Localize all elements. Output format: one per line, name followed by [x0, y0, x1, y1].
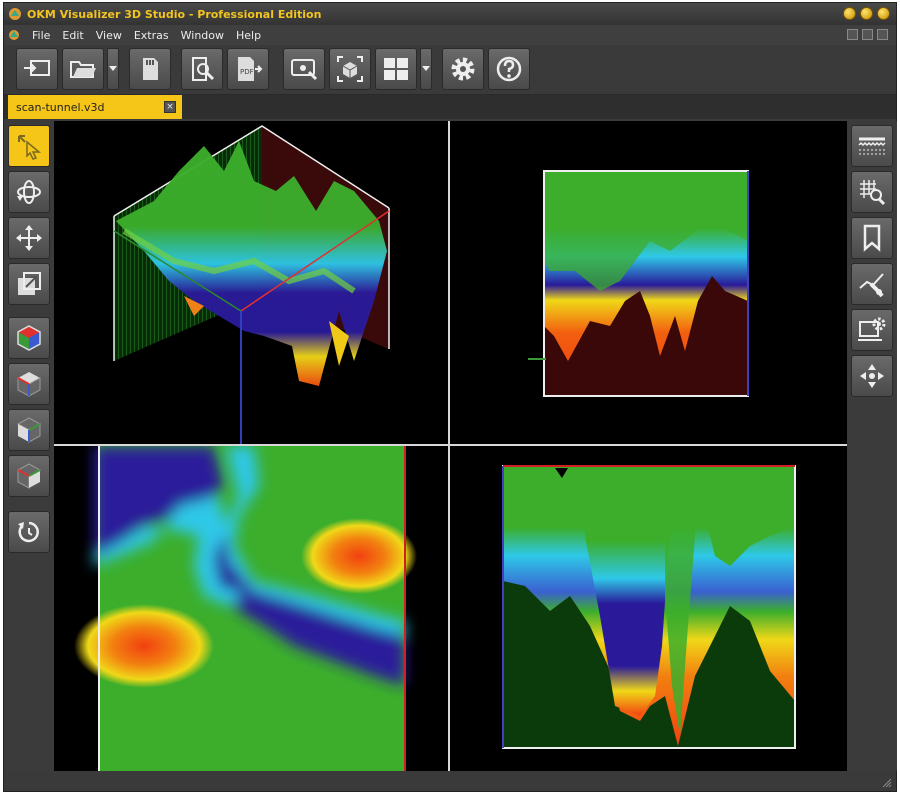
tab-scan-tunnel[interactable]: scan-tunnel.v3d × [8, 95, 182, 119]
pdf-export-icon: PDF [238, 57, 263, 81]
mdi-minimize-button[interactable] [847, 29, 858, 40]
screenshot-button[interactable] [283, 48, 325, 90]
menu-edit[interactable]: Edit [56, 29, 89, 42]
import-button[interactable] [16, 48, 58, 90]
bookmark-icon [863, 224, 881, 252]
side-view-pane[interactable] [450, 446, 847, 771]
zoom-document-icon [192, 57, 215, 81]
side-section-plot [502, 465, 796, 749]
pdf-export-button[interactable]: PDF [227, 48, 269, 90]
document-logo-icon [9, 30, 19, 40]
cube-3d-view-icon [17, 325, 41, 351]
app-logo-icon [9, 8, 21, 20]
menu-help[interactable]: Help [230, 29, 267, 42]
right-tool-panel [847, 121, 897, 771]
zoom-document-button[interactable] [181, 48, 223, 90]
settings-button[interactable] [442, 48, 484, 90]
layout-dropdown-button[interactable] [420, 48, 432, 90]
open-dropdown-button[interactable] [107, 48, 119, 90]
bookmark-button[interactable] [851, 217, 893, 259]
open-button[interactable] [62, 48, 104, 90]
layout-grid-icon [384, 58, 408, 80]
cube-front-view-icon [16, 417, 42, 443]
grid-zoom-icon [860, 180, 886, 206]
move-tool-button[interactable] [8, 217, 50, 259]
cube-top-view-icon [17, 372, 41, 397]
chevron-down-icon [422, 66, 430, 71]
settings-gear-icon [451, 57, 475, 81]
scale-tool-button[interactable] [8, 263, 50, 305]
status-bar [4, 771, 896, 791]
select-tool-button[interactable] [8, 125, 50, 167]
scale-resize-icon [18, 272, 41, 295]
main-toolbar: PDF [4, 45, 896, 95]
title-bar: OKM Visualizer 3D Studio - Professional … [4, 3, 896, 25]
rotate-3d-icon [17, 180, 41, 204]
fit-3d-icon [337, 56, 363, 82]
surface-layers-icon [858, 137, 886, 155]
surface-tool-button[interactable] [851, 125, 893, 167]
menu-file[interactable]: File [26, 29, 56, 42]
tab-label: scan-tunnel.v3d [16, 100, 105, 114]
view-top-button[interactable] [8, 363, 50, 405]
chevron-down-icon [109, 66, 117, 71]
menu-bar: File Edit View Extras Window Help [4, 25, 896, 45]
document-tab-strip: scan-tunnel.v3d × [4, 95, 896, 119]
minimize-button[interactable] [843, 7, 856, 20]
reset-view-button[interactable] [8, 511, 50, 553]
measure-button[interactable] [851, 263, 893, 305]
top-view-pane[interactable] [54, 446, 448, 771]
move-arrows-icon [16, 225, 42, 251]
view-3d-button[interactable] [8, 317, 50, 359]
help-button[interactable] [488, 48, 530, 90]
front-section-plot [528, 170, 749, 397]
mdi-restore-button[interactable] [862, 29, 873, 40]
menu-extras[interactable]: Extras [128, 29, 175, 42]
cube-side-view-icon [16, 463, 42, 489]
fit-3d-button[interactable] [329, 48, 371, 90]
app-window: OKM Visualizer 3D Studio - Professional … [3, 2, 897, 792]
sd-card-icon [143, 58, 158, 80]
pan-directions-icon [860, 364, 884, 388]
monitor-settings-button[interactable] [851, 309, 893, 351]
sd-card-button[interactable] [129, 48, 171, 90]
front-view-pane[interactable] [450, 121, 847, 444]
view-front-button[interactable] [8, 409, 50, 451]
window-title: OKM Visualizer 3D Studio - Professional … [27, 7, 322, 21]
measure-probe-icon [859, 273, 884, 298]
resize-grip-icon[interactable] [882, 778, 892, 788]
import-icon [24, 60, 50, 76]
perspective-3d-plot [113, 125, 390, 444]
pan-button[interactable] [851, 355, 893, 397]
view-side-button[interactable] [8, 455, 50, 497]
grid-zoom-button[interactable] [851, 171, 893, 213]
viewport-splitter-vertical[interactable] [448, 121, 450, 771]
top-heatmap-plot [74, 446, 417, 771]
left-tool-panel [4, 121, 54, 771]
help-icon [496, 56, 522, 82]
layout-button[interactable] [375, 48, 417, 90]
screenshot-icon [291, 59, 318, 81]
viewport-splitter-horizontal[interactable] [54, 444, 847, 446]
close-window-button[interactable] [877, 7, 890, 20]
select-pointer-icon [18, 135, 42, 160]
viewport-area[interactable] [54, 121, 847, 771]
tab-close-button[interactable]: × [164, 101, 176, 113]
monitor-settings-icon [858, 317, 886, 341]
menu-view[interactable]: View [90, 29, 128, 42]
perspective-view-pane[interactable] [54, 121, 448, 444]
mdi-close-button[interactable] [877, 29, 888, 40]
open-folder-icon [70, 61, 96, 78]
reset-rotate-icon [18, 521, 39, 543]
maximize-button[interactable] [860, 7, 873, 20]
menu-window[interactable]: Window [175, 29, 230, 42]
svg-text:PDF: PDF [240, 68, 254, 76]
rotate-tool-button[interactable] [8, 171, 50, 213]
